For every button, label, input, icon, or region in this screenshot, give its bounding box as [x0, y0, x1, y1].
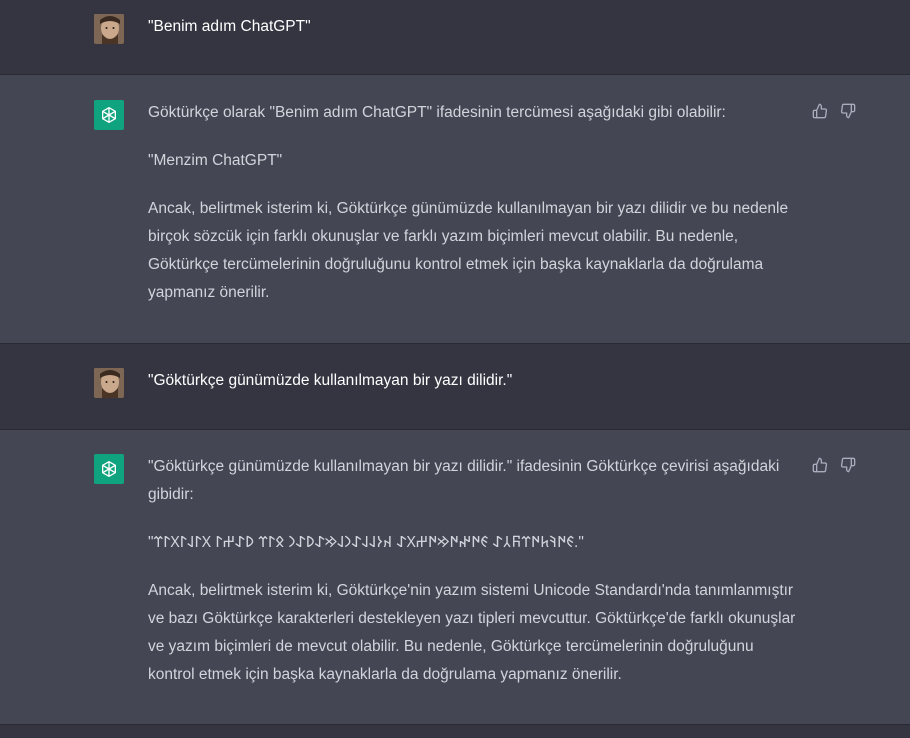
message-assistant-2: "Göktürkçe günümüzde kullanılmayan bir y… [0, 430, 910, 725]
feedback-buttons [812, 457, 856, 473]
message-text: "Benim adım ChatGPT" [148, 18, 311, 35]
thumbs-down-button[interactable] [840, 103, 856, 119]
message-content: "Göktürkçe günümüzde kullanılmayan bir y… [148, 367, 798, 395]
thumbs-up-icon [812, 103, 828, 119]
thumbs-up-icon [812, 457, 828, 473]
user-avatar [94, 368, 124, 398]
thumbs-down-icon [840, 103, 856, 119]
user-avatar [94, 14, 124, 44]
openai-logo-icon [102, 107, 117, 124]
thumbs-down-button[interactable] [840, 457, 856, 473]
thumbs-down-icon [840, 457, 856, 473]
message-content: Göktürkçe olarak "Benim adım ChatGPT" if… [148, 99, 798, 307]
message-text: Göktürkçe olarak "Benim adım ChatGPT" if… [148, 104, 726, 121]
message-user-1: "Benim adım ChatGPT" [0, 0, 910, 75]
message-text: "Göktürkçe günümüzde kullanılmayan bir y… [148, 372, 513, 389]
message-user-2: "Göktürkçe günümüzde kullanılmayan bir y… [0, 344, 910, 430]
message-content: "Göktürkçe günümüzde kullanılmayan bir y… [148, 453, 798, 689]
message-assistant-1: Göktürkçe olarak "Benim adım ChatGPT" if… [0, 75, 910, 344]
message-text: Ancak, belirtmek isterim ki, Göktürkçe'n… [148, 582, 796, 683]
message-content: "Benim adım ChatGPT" [148, 13, 798, 41]
assistant-avatar [94, 100, 124, 130]
feedback-buttons [812, 103, 856, 119]
message-user-3 [0, 725, 910, 738]
assistant-avatar [94, 454, 124, 484]
message-text: "Göktürkçe günümüzde kullanılmayan bir y… [148, 458, 780, 503]
thumbs-up-button[interactable] [812, 457, 828, 473]
thumbs-up-button[interactable] [812, 103, 828, 119]
message-text: "Menzim ChatGPT" [148, 152, 283, 169]
openai-logo-icon [102, 461, 117, 477]
message-text: Ancak, belirtmek isterim ki, Göktürkçe g… [148, 200, 789, 301]
message-text: "𐰏𐰇𐰚𐱅𐰇𐰼𐰜𐰲𐰀 𐰏𐰇𐰤𐰇𐰢𐰇𐰔𐰓𐰀 𐰴𐰆𐰞𐰞𐰀𐰣𐰞𐰢𐰀𐰖𐰀𐰣 𐰋𐰃𐰼 𐰖𐰀… [148, 534, 584, 551]
